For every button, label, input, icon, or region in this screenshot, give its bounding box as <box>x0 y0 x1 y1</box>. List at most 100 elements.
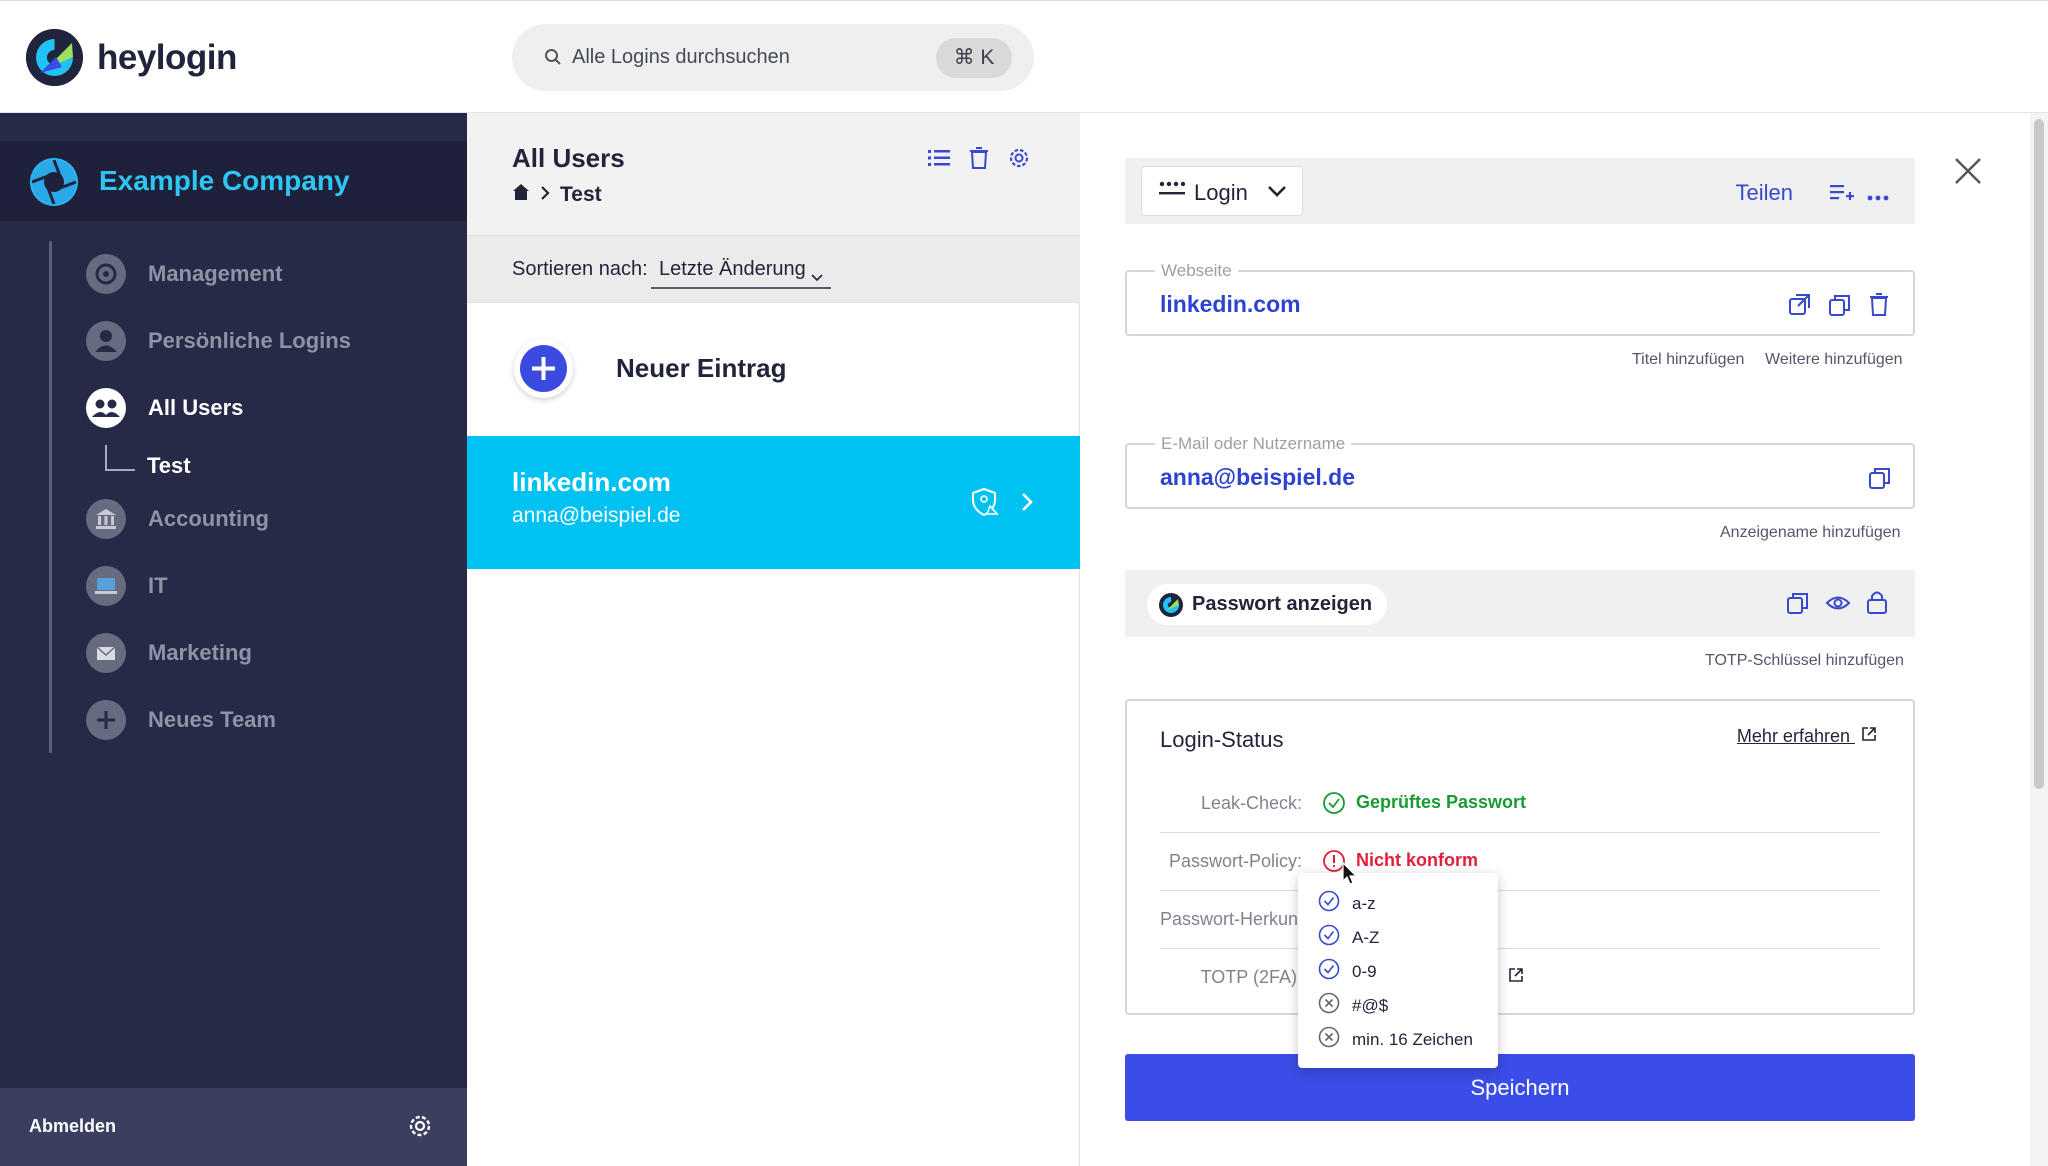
settings-gear-icon[interactable] <box>404 1110 436 1147</box>
chevron-down-icon <box>811 265 823 288</box>
check-circle-icon <box>1322 791 1346 820</box>
company-name: Example Company <box>99 165 350 196</box>
policy-check-item: A-Z <box>1318 924 1379 951</box>
check-circle-icon <box>1318 958 1340 985</box>
sidebar-item-label: Marketing <box>148 640 252 665</box>
search-bar[interactable]: Alle Logins durchsuchen ⌘ K <box>512 24 1034 91</box>
more-options-icon[interactable] <box>1867 188 1889 206</box>
bank-icon <box>86 499 126 539</box>
envelope-icon <box>86 633 126 673</box>
email-field[interactable]: E-Mail oder Nutzername anna@beispiel.de <box>1125 434 1915 509</box>
sort-label: Sortieren nach: <box>512 258 648 280</box>
entry-list-panel: All Users Test Sortieren nach: Letzte Än… <box>467 113 1080 1166</box>
sidebar-item-all-users[interactable]: All Users <box>86 388 243 428</box>
shield-warning-icon <box>970 486 1002 523</box>
mouse-cursor-icon <box>1342 861 1358 891</box>
row-label: TOTP (2FA): <box>1200 967 1302 987</box>
copy-icon[interactable] <box>1785 590 1811 621</box>
gear-icon[interactable] <box>1006 145 1032 176</box>
chevron-down-icon <box>1267 185 1287 204</box>
new-entry-button[interactable]: Neuer Eintrag <box>467 303 1080 436</box>
copy-icon[interactable] <box>1867 465 1893 496</box>
email-field-legend: E-Mail oder Nutzername <box>1155 434 1352 454</box>
policy-check-item: 0-9 <box>1318 958 1377 985</box>
row-label: Passwort-Herkunft: <box>1160 909 1314 929</box>
trash-icon[interactable] <box>966 145 992 176</box>
add-field-icon[interactable] <box>1829 180 1855 209</box>
chevron-right-icon[interactable] <box>1020 491 1034 518</box>
x-circle-icon <box>1318 992 1340 1019</box>
share-button[interactable]: Teilen <box>1736 180 1793 206</box>
sort-value: Letzte Änderung <box>659 258 806 280</box>
heylogin-logo-icon <box>26 29 83 86</box>
website-field[interactable]: Webseite linkedin.com <box>1125 261 1915 336</box>
add-more-link[interactable]: Weitere hinzufügen <box>1765 351 1903 369</box>
entry-type-dropdown[interactable]: Login <box>1141 166 1303 216</box>
sidebar-item-label: Accounting <box>148 506 269 531</box>
copy-icon[interactable] <box>1827 292 1853 323</box>
sidebar-item-accounting[interactable]: Accounting <box>86 499 269 539</box>
policy-check-item: a-z <box>1318 890 1376 917</box>
policy-check-item: #@$ <box>1318 992 1388 1019</box>
password-field: Passwort anzeigen <box>1125 570 1915 637</box>
learn-more-link[interactable]: Mehr erfahren <box>1737 726 1877 747</box>
password-dots-icon <box>1158 179 1186 206</box>
sort-dropdown[interactable]: Letzte Änderung <box>651 255 831 289</box>
sidebar-item-marketing[interactable]: Marketing <box>86 633 252 673</box>
home-icon[interactable] <box>512 183 530 207</box>
trash-icon[interactable] <box>1867 291 1891 322</box>
breadcrumb-current[interactable]: Test <box>560 183 602 207</box>
new-entry-label: Neuer Eintrag <box>616 353 787 383</box>
sidebar-item-it[interactable]: IT <box>86 566 168 606</box>
sidebar-item-label: All Users <box>148 395 244 420</box>
tree-elbow <box>105 445 135 471</box>
chevron-right-icon <box>540 183 550 207</box>
list-toolbar <box>926 145 1032 176</box>
email-value[interactable]: anna@beispiel.de <box>1160 464 1355 491</box>
login-status-card: Login-Status Mehr erfahren Leak-Check: G… <box>1125 699 1915 1015</box>
company-logo-icon <box>30 158 78 206</box>
sidebar-item-new-team[interactable]: Neues Team <box>86 700 276 740</box>
status-row-password-policy: Passwort-Policy: Nicht konform <box>1160 833 1880 891</box>
check-circle-icon <box>1318 924 1340 951</box>
sidebar-subitem-test[interactable]: Test <box>147 453 191 479</box>
scrollbar-thumb[interactable] <box>2034 119 2044 789</box>
add-entry-circle <box>514 339 573 398</box>
sidebar-item-personal-logins[interactable]: Persönliche Logins <box>86 321 351 361</box>
save-button[interactable]: Speichern <box>1125 1054 1915 1121</box>
policy-check-label: min. 16 Zeichen <box>1352 1029 1473 1049</box>
eye-icon[interactable] <box>1825 593 1851 618</box>
search-input[interactable]: Alle Logins durchsuchen <box>572 46 790 69</box>
logout-button[interactable]: Abmelden <box>29 1116 116 1137</box>
sidebar-item-management[interactable]: Management <box>86 254 282 294</box>
add-title-link[interactable]: Titel hinzufügen <box>1632 351 1744 369</box>
top-bar: heylogin Alle Logins durchsuchen ⌘ K <box>0 0 2048 113</box>
company-header[interactable]: Example Company <box>0 141 467 221</box>
search-icon <box>544 48 562 71</box>
breadcrumb: Test <box>512 183 602 207</box>
sidebar-item-label: IT <box>148 573 168 598</box>
list-view-icon[interactable] <box>926 145 952 176</box>
close-icon[interactable] <box>1953 156 1983 191</box>
status-row-totp: TOTP (2FA): <box>1160 949 1880 1007</box>
nav-tree-line <box>49 241 52 753</box>
external-link-icon <box>1861 726 1877 747</box>
lock-icon[interactable] <box>1865 589 1889 620</box>
list-title: All Users <box>512 143 625 173</box>
open-link-icon[interactable] <box>1787 292 1813 323</box>
website-field-legend: Webseite <box>1155 261 1238 281</box>
add-display-name-link[interactable]: Anzeigename hinzufügen <box>1720 524 1901 542</box>
website-value[interactable]: linkedin.com <box>1160 291 1301 318</box>
policy-check-item: min. 16 Zeichen <box>1318 1026 1473 1053</box>
plus-icon <box>86 700 126 740</box>
list-item[interactable]: linkedin.com anna@beispiel.de <box>467 436 1080 569</box>
show-password-button[interactable]: Passwort anzeigen <box>1147 584 1387 625</box>
login-status-title: Login-Status <box>1160 727 1284 752</box>
external-link-icon[interactable] <box>1508 967 1524 988</box>
logo[interactable]: heylogin <box>26 29 237 86</box>
password-policy-tooltip: a-z A-Z 0-9 #@$ min. 16 Zeichen <box>1298 873 1498 1068</box>
scrollbar[interactable] <box>2030 113 2048 1166</box>
sidebar-item-label: Neues Team <box>148 707 276 732</box>
entry-subtitle: anna@beispiel.de <box>512 504 681 527</box>
add-totp-link[interactable]: TOTP-Schlüssel hinzufügen <box>1705 652 1904 670</box>
